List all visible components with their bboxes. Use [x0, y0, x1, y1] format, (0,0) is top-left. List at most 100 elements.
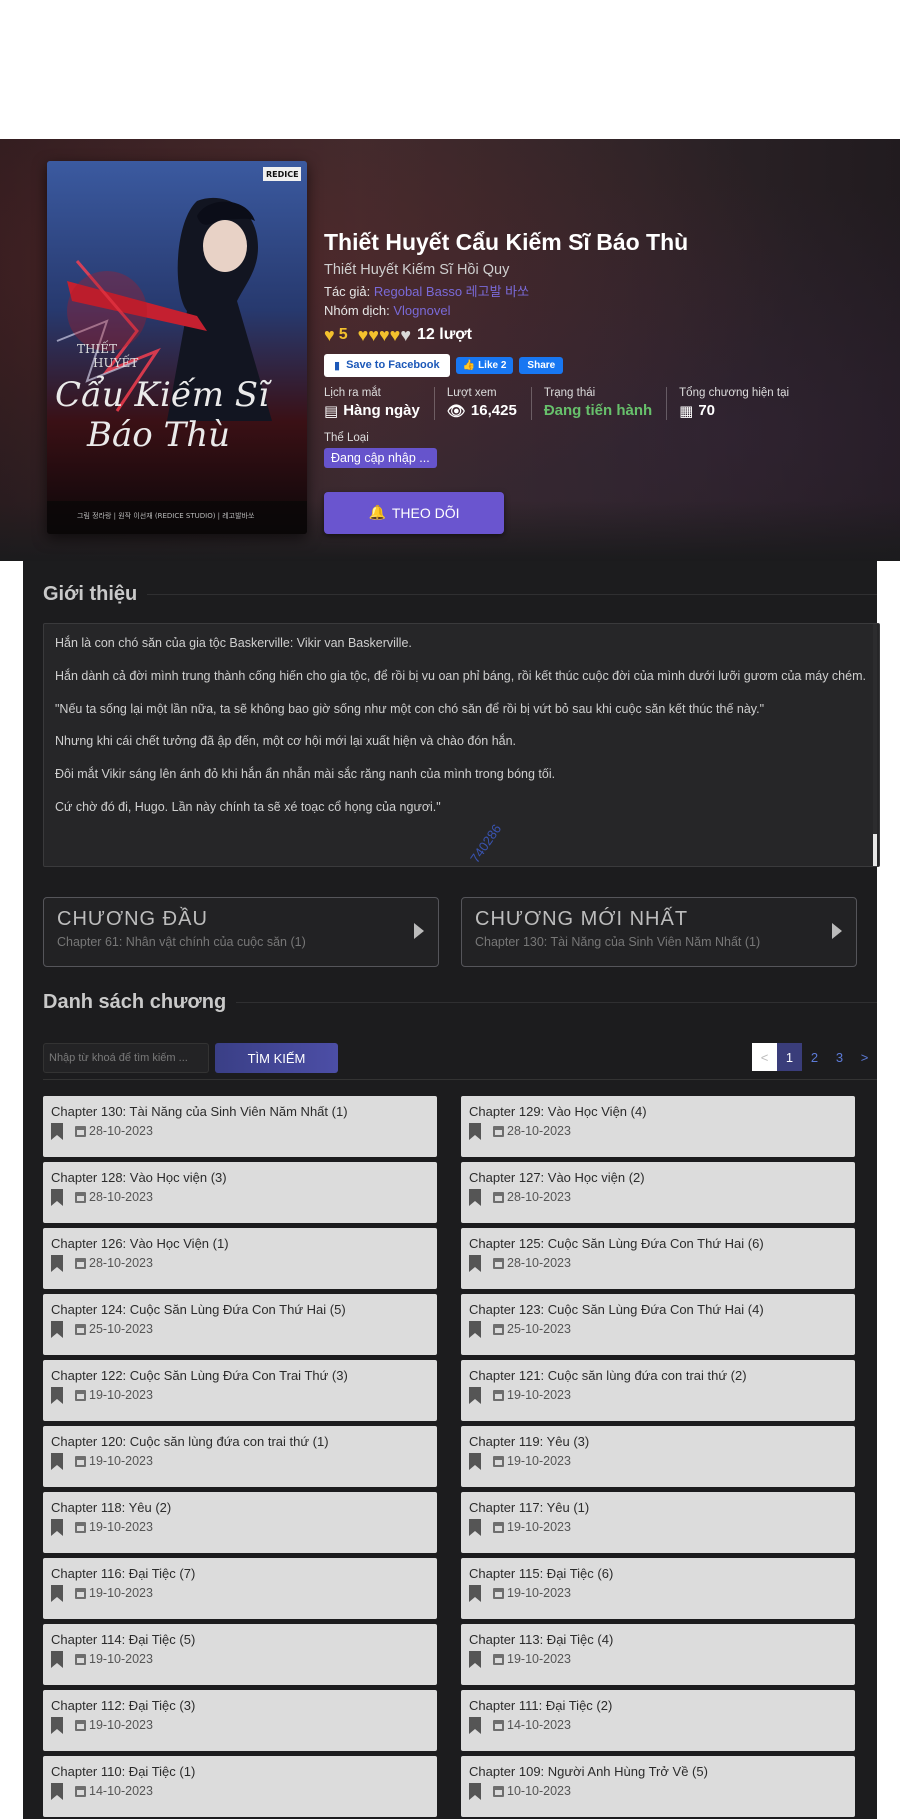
save-to-facebook-button[interactable]: ▮ Save to Facebook: [324, 353, 450, 377]
first-chapter-button[interactable]: CHƯƠNG ĐẦU Chapter 61: Nhân vật chính củ…: [43, 897, 439, 967]
bookmark-icon[interactable]: [51, 1585, 63, 1602]
bookmark-icon[interactable]: [51, 1321, 63, 1338]
chapter-item[interactable]: Chapter 122: Cuộc Săn Lùng Đứa Con Trai …: [43, 1360, 437, 1421]
chapter-item[interactable]: Chapter 118: Yêu (2) 19-10-2023: [43, 1492, 437, 1553]
chapter-item[interactable]: Chapter 119: Yêu (3) 19-10-2023: [461, 1426, 855, 1487]
chapter-name[interactable]: Chapter 126: Vào Học Viện (1): [51, 1236, 429, 1251]
bookmark-icon[interactable]: [51, 1189, 63, 1206]
chapter-date: 19-10-2023: [89, 1652, 153, 1666]
follow-button[interactable]: 🔔 THEO DÕI: [324, 491, 504, 534]
facebook-share-button[interactable]: Share: [519, 356, 564, 374]
bookmark-icon[interactable]: [51, 1651, 63, 1668]
chapter-name[interactable]: Chapter 114: Đại Tiệc (5): [51, 1632, 429, 1647]
rating-heart-2-icon[interactable]: ♥: [368, 326, 379, 344]
chapter-name[interactable]: Chapter 121: Cuộc săn lùng đứa con trai …: [469, 1368, 847, 1383]
bookmark-icon[interactable]: [51, 1123, 63, 1140]
chapter-item[interactable]: Chapter 111: Đại Tiệc (2) 14-10-2023: [461, 1690, 855, 1751]
chapter-item[interactable]: Chapter 129: Vào Học Viện (4) 28-10-2023: [461, 1096, 855, 1157]
chapter-item[interactable]: Chapter 120: Cuộc săn lùng đứa con trai …: [43, 1426, 437, 1487]
rating-heart-4-icon[interactable]: ♥: [390, 326, 401, 344]
latest-chapter-button[interactable]: CHƯƠNG MỚI NHẤT Chapter 130: Tài Năng củ…: [461, 897, 857, 967]
bookmark-icon[interactable]: [469, 1189, 481, 1206]
bookmark-icon[interactable]: [51, 1519, 63, 1536]
chapter-name[interactable]: Chapter 127: Vào Học viện (2): [469, 1170, 847, 1185]
save-to-facebook-label: Save to Facebook: [346, 359, 440, 372]
rating-heart-5-icon[interactable]: ♥: [400, 326, 411, 344]
bookmark-icon[interactable]: [469, 1255, 481, 1272]
chapter-name[interactable]: Chapter 124: Cuộc Săn Lùng Đứa Con Thứ H…: [51, 1302, 429, 1317]
chapter-item[interactable]: Chapter 114: Đại Tiệc (5) 19-10-2023: [43, 1624, 437, 1685]
facebook-like-button[interactable]: 👍 Like 2: [455, 356, 514, 374]
bookmark-icon[interactable]: [469, 1387, 481, 1404]
rating-heart-3-icon[interactable]: ♥: [379, 326, 390, 344]
bookmark-icon[interactable]: [51, 1453, 63, 1470]
chapter-item[interactable]: Chapter 112: Đại Tiệc (3) 19-10-2023: [43, 1690, 437, 1751]
chapter-item[interactable]: Chapter 117: Yêu (1) 19-10-2023: [461, 1492, 855, 1553]
chapter-name[interactable]: Chapter 125: Cuộc Săn Lùng Đứa Con Thứ H…: [469, 1236, 847, 1251]
chapter-item[interactable]: Chapter 126: Vào Học Viện (1) 28-10-2023: [43, 1228, 437, 1289]
intro-scrollbar[interactable]: [873, 624, 877, 866]
chapter-name[interactable]: Chapter 120: Cuộc săn lùng đứa con trai …: [51, 1434, 429, 1449]
bookmark-icon[interactable]: [469, 1585, 481, 1602]
pagination-next[interactable]: >: [852, 1043, 877, 1071]
svg-text:그림 정라랑 | 원작 이선재 (REDICE STUDIO: 그림 정라랑 | 원작 이선재 (REDICE STUDIO) | 레고발바쏘: [77, 511, 255, 520]
bookmark-icon[interactable]: [469, 1717, 481, 1734]
bookmark-icon[interactable]: [469, 1519, 481, 1536]
chapter-name[interactable]: Chapter 130: Tài Năng của Sinh Viên Năm …: [51, 1104, 429, 1119]
bookmark-icon[interactable]: [51, 1387, 63, 1404]
chapter-name[interactable]: Chapter 122: Cuộc Săn Lùng Đứa Con Trai …: [51, 1368, 429, 1383]
bookmark-icon[interactable]: [469, 1321, 481, 1338]
bookmark-icon[interactable]: [51, 1717, 63, 1734]
chapter-item[interactable]: Chapter 125: Cuộc Săn Lùng Đứa Con Thứ H…: [461, 1228, 855, 1289]
cover-image[interactable]: THIẾT HUYẾT Cẩu Kiếm Sĩ Báo Thù 그림 정라랑 |…: [47, 161, 307, 534]
pagination-prev[interactable]: <: [752, 1043, 777, 1071]
chapter-name[interactable]: Chapter 116: Đại Tiệc (7): [51, 1566, 429, 1581]
intro-scrollbar-thumb[interactable]: [873, 834, 877, 866]
genre-tag[interactable]: Đang cập nhập ...: [324, 447, 437, 468]
intro-title: Giới thiệu: [43, 583, 877, 606]
chapter-item[interactable]: Chapter 130: Tài Năng của Sinh Viên Năm …: [43, 1096, 437, 1157]
bookmark-icon[interactable]: [469, 1123, 481, 1140]
chapter-name[interactable]: Chapter 117: Yêu (1): [469, 1500, 847, 1515]
chapter-meta: 28-10-2023: [51, 1123, 429, 1140]
chapter-name[interactable]: Chapter 112: Đại Tiệc (3): [51, 1698, 429, 1713]
author-label: Tác giả:: [324, 283, 371, 299]
translator-link[interactable]: Vlognovel: [393, 303, 450, 318]
chapter-item[interactable]: Chapter 109: Người Anh Hùng Trở Về (5) 10…: [461, 1756, 855, 1817]
chapter-name[interactable]: Chapter 123: Cuộc Săn Lùng Đứa Con Thứ H…: [469, 1302, 847, 1317]
chapter-name[interactable]: Chapter 110: Đại Tiệc (1): [51, 1764, 429, 1779]
chapter-item[interactable]: Chapter 116: Đại Tiệc (7) 19-10-2023: [43, 1558, 437, 1619]
bookmark-icon[interactable]: [469, 1783, 481, 1800]
chapter-item[interactable]: Chapter 121: Cuộc săn lùng đứa con trai …: [461, 1360, 855, 1421]
chapter-item[interactable]: Chapter 124: Cuộc Săn Lùng Đứa Con Thứ H…: [43, 1294, 437, 1355]
pagination-page-2[interactable]: 2: [802, 1043, 827, 1071]
pagination-page-1[interactable]: 1: [777, 1043, 802, 1071]
chapter-name[interactable]: Chapter 129: Vào Học Viện (4): [469, 1104, 847, 1119]
chapter-meta: 19-10-2023: [51, 1453, 429, 1470]
chapter-name[interactable]: Chapter 128: Vào Học viện (3): [51, 1170, 429, 1185]
rating-heart-1-icon[interactable]: ♥: [358, 326, 369, 344]
chapter-search-input[interactable]: [43, 1043, 209, 1073]
bookmark-icon[interactable]: [469, 1651, 481, 1668]
chapter-name[interactable]: Chapter 118: Yêu (2): [51, 1500, 429, 1515]
chapter-item[interactable]: Chapter 110: Đại Tiệc (1) 14-10-2023: [43, 1756, 437, 1817]
chapter-name[interactable]: Chapter 119: Yêu (3): [469, 1434, 847, 1449]
chapter-item[interactable]: Chapter 115: Đại Tiệc (6) 19-10-2023: [461, 1558, 855, 1619]
intro-box[interactable]: Hắn là con chó săn của gia tộc Baskervil…: [43, 623, 880, 867]
bookmark-icon[interactable]: [469, 1453, 481, 1470]
chapter-item[interactable]: Chapter 123: Cuộc Săn Lùng Đứa Con Thứ H…: [461, 1294, 855, 1355]
chapter-name[interactable]: Chapter 115: Đại Tiệc (6): [469, 1566, 847, 1581]
chapter-name[interactable]: Chapter 111: Đại Tiệc (2): [469, 1698, 847, 1713]
chapter-item[interactable]: Chapter 113: Đại Tiệc (4) 19-10-2023: [461, 1624, 855, 1685]
search-button[interactable]: TÌM KIẾM: [215, 1043, 338, 1073]
author-link[interactable]: Regobal Basso 레고발 바쏘: [374, 284, 529, 299]
chapter-date: 14-10-2023: [89, 1784, 153, 1798]
chapter-item[interactable]: Chapter 127: Vào Học viện (2) 28-10-2023: [461, 1162, 855, 1223]
chapter-item[interactable]: Chapter 128: Vào Học viện (3) 28-10-2023: [43, 1162, 437, 1223]
chapter-name[interactable]: Chapter 113: Đại Tiệc (4): [469, 1632, 847, 1647]
bookmark-icon[interactable]: [51, 1255, 63, 1272]
pagination-page-3[interactable]: 3: [827, 1043, 852, 1071]
latest-chapter-label: CHƯƠNG MỚI NHẤT: [475, 908, 689, 930]
chapter-name[interactable]: Chapter 109: Người Anh Hùng Trở Về (5): [469, 1764, 847, 1779]
bookmark-icon[interactable]: [51, 1783, 63, 1800]
